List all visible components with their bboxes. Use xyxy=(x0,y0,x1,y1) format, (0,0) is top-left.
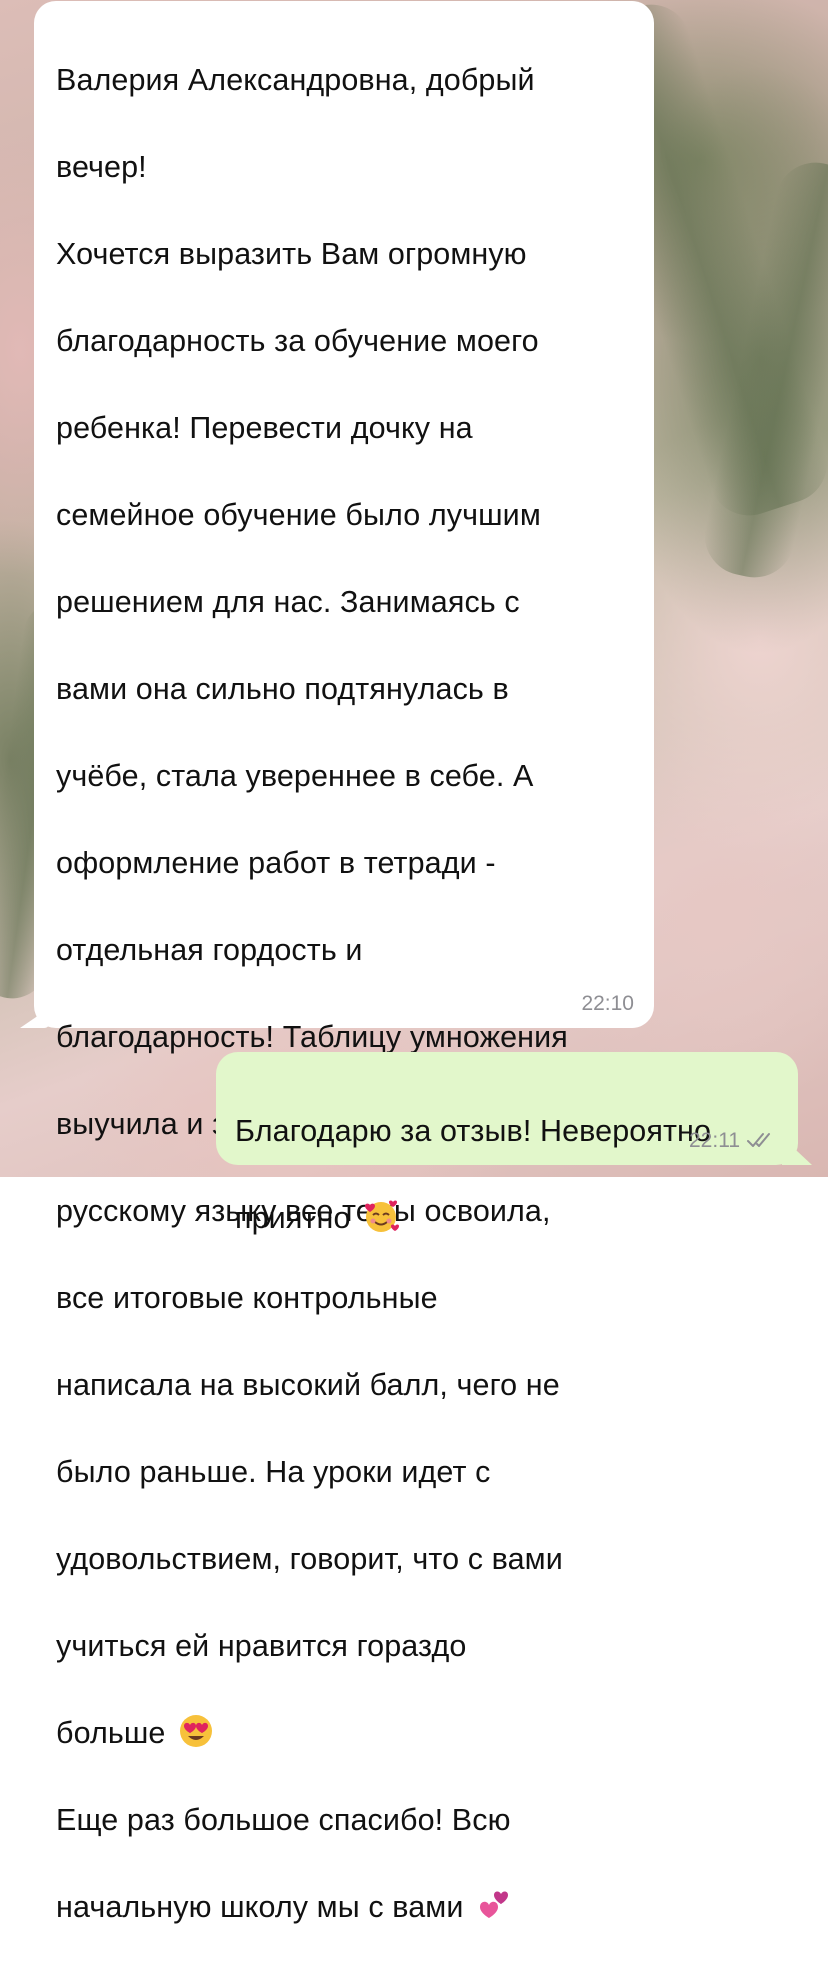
message-line: приятно xyxy=(235,1200,351,1235)
smiling-face-with-hearts-emoji-icon xyxy=(363,1198,400,1234)
message-line: написала на высокий балл, чего не xyxy=(56,1367,560,1402)
message-line: оформление работ в тетради - xyxy=(56,845,496,880)
message-line: благодарность за обучение моего xyxy=(56,323,539,358)
outgoing-message-bubble[interactable]: Благодарю за отзыв! Невероятно приятно 2… xyxy=(216,1052,812,1235)
message-line: отдельная гордость и xyxy=(56,932,363,967)
incoming-message-bubble[interactable]: Валерия Александровна, добрый вечер! Хоч… xyxy=(20,1,654,1924)
message-line: учёбе, стала увереннее в себе. А xyxy=(56,758,534,793)
message-line: вечер! xyxy=(56,149,147,184)
incoming-message-text: Валерия Александровна, добрый вечер! Хоч… xyxy=(56,15,638,1973)
message-line: вами она сильно подтянулась в xyxy=(56,671,509,706)
double-check-read-icon xyxy=(747,1133,770,1147)
message-line-with-emoji: приятно xyxy=(235,1197,780,1241)
message-line: ребенка! Перевести дочку на xyxy=(56,410,473,445)
message-line: решением для нас. Занимаясь с xyxy=(56,584,520,619)
message-line-with-emoji: начальную школу мы с вами xyxy=(56,1886,638,1930)
message-line: начальную школу мы с вами xyxy=(56,1889,464,1924)
message-timestamp: 22:11 xyxy=(689,1129,740,1152)
two-hearts-emoji-icon xyxy=(476,1887,512,1923)
message-line-with-emoji: больше xyxy=(56,1712,638,1756)
message-line: Валерия Александровна, добрый xyxy=(56,62,535,97)
message-line: учиться ей нравится гораздо xyxy=(56,1628,467,1663)
message-line: семейное обучение было лучшим xyxy=(56,497,541,532)
message-line: Еще раз большое спасибо! Всю xyxy=(56,1802,511,1837)
outgoing-message-text: Благодарю за отзыв! Невероятно приятно xyxy=(235,1066,780,1284)
message-line: было раньше. На уроки идет с xyxy=(56,1454,491,1489)
message-line: больше xyxy=(56,1715,166,1750)
message-line: Хочется выразить Вам огромную xyxy=(56,236,527,271)
message-timestamp: 22:10 xyxy=(581,992,634,1015)
message-line: удовольствием, говорит, что с вами xyxy=(56,1541,563,1576)
heart-eyes-emoji-icon xyxy=(178,1713,214,1749)
